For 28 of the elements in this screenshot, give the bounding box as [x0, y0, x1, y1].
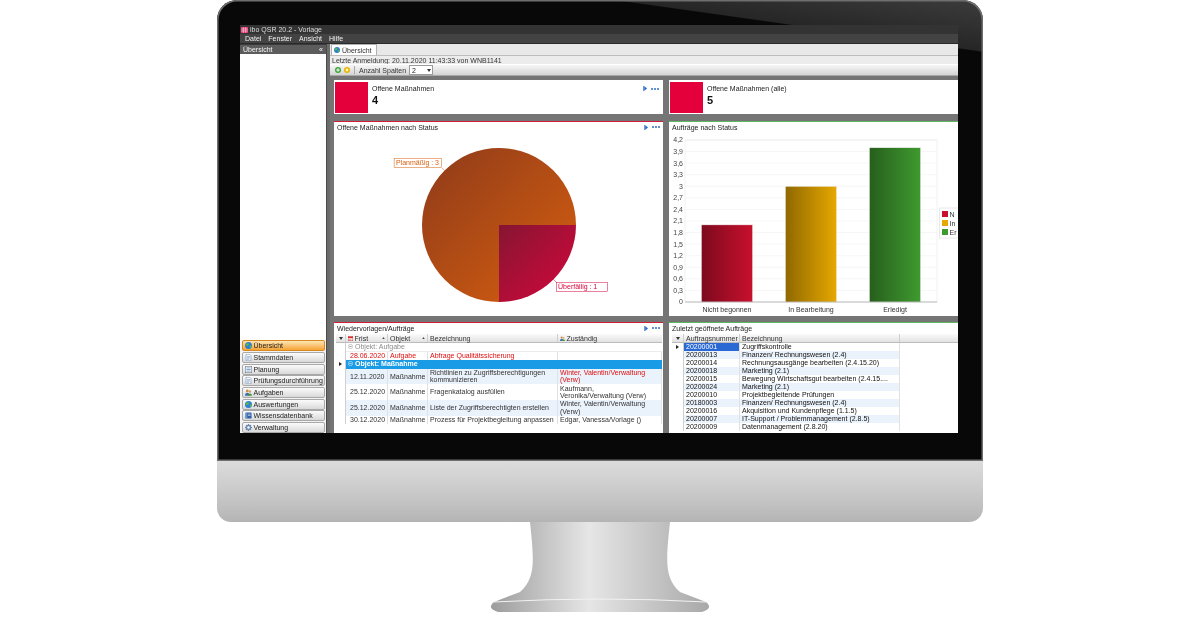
- people-icon: [244, 388, 252, 396]
- calendar-icon: [348, 335, 353, 341]
- play-icon[interactable]: [644, 325, 648, 331]
- caret-icon[interactable]: [426, 68, 431, 72]
- book-icon: [244, 412, 252, 420]
- count-value: 5: [707, 94, 715, 106]
- globe-icon: [244, 342, 252, 350]
- row-pointer-icon: [339, 362, 342, 367]
- count-value: 4: [372, 94, 380, 106]
- people-icon: [560, 335, 565, 341]
- collapse-icon[interactable]: [348, 344, 353, 350]
- caret-icon[interactable]: [675, 336, 680, 340]
- accent-tile: [670, 82, 703, 113]
- add-icon[interactable]: [335, 67, 341, 73]
- app-icon: [241, 26, 248, 33]
- document-icon: [244, 377, 252, 385]
- more-icon[interactable]: [651, 87, 659, 90]
- play-icon[interactable]: [644, 124, 648, 130]
- globe-icon: [244, 400, 252, 408]
- caret-icon[interactable]: [338, 336, 343, 340]
- play-icon[interactable]: [643, 86, 647, 91]
- list-icon: [244, 365, 252, 373]
- gear-icon: [244, 424, 252, 431]
- row-pointer-icon: [676, 345, 679, 349]
- document-icon: [244, 353, 252, 361]
- globe-icon: [334, 47, 340, 53]
- disc-icon[interactable]: [344, 67, 350, 73]
- accent-tile: [335, 82, 368, 113]
